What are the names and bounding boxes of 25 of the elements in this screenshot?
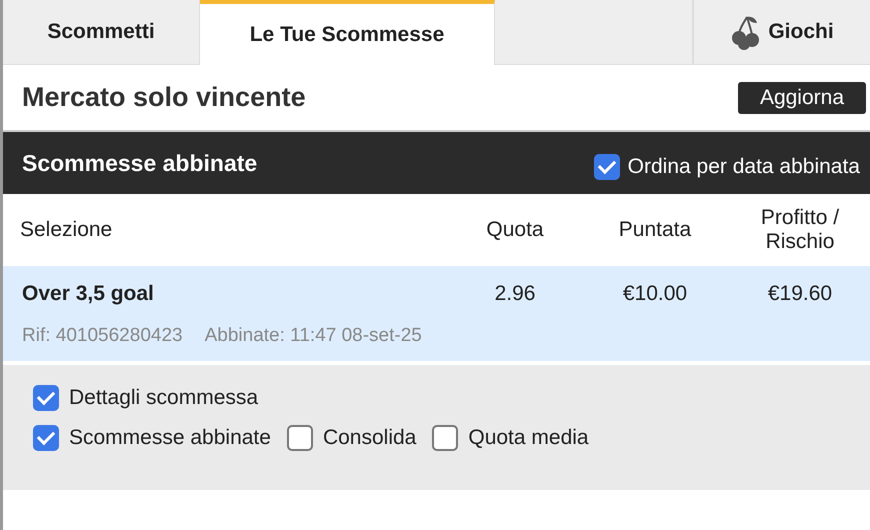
selection-name: Over 3,5 goal — [22, 282, 155, 306]
checkbox-label: Consolida — [322, 426, 416, 450]
checkbox[interactable] — [33, 385, 59, 411]
sort-checkbox[interactable] — [594, 154, 620, 180]
column-header: Selezione — [20, 218, 114, 242]
checkbox[interactable] — [286, 425, 313, 451]
market-title: Mercato solo vincente — [22, 82, 306, 113]
tab[interactable]: Le Tue Scommesse — [200, 0, 495, 65]
checkbox-label: Dettagli scommessa — [69, 386, 258, 410]
checkbox-label: Scommesse abbinate — [69, 426, 271, 450]
section-title: Scommesse abbinate — [22, 150, 258, 176]
column-header: Puntata — [618, 218, 692, 242]
checkbox-label: Quota media — [468, 426, 589, 450]
profit-value: €19.60 — [766, 282, 834, 306]
checkbox[interactable] — [432, 425, 458, 451]
stake-value: €10.00 — [622, 282, 688, 306]
column-header: Quota — [485, 218, 545, 242]
matched-time: Abbinate: 11:47 08-set-25 — [204, 325, 422, 347]
refresh-button[interactable]: Aggiorna — [738, 82, 866, 114]
checkbox[interactable] — [33, 425, 59, 451]
odds-value: 2.96 — [494, 282, 536, 306]
column-header: Profitto / Rischio — [760, 206, 840, 254]
checkbox-label: Ordina per data abbinata — [628, 155, 860, 179]
cherry-icon — [730, 14, 760, 50]
reference-text: Rif: 401056280423 — [22, 325, 183, 347]
